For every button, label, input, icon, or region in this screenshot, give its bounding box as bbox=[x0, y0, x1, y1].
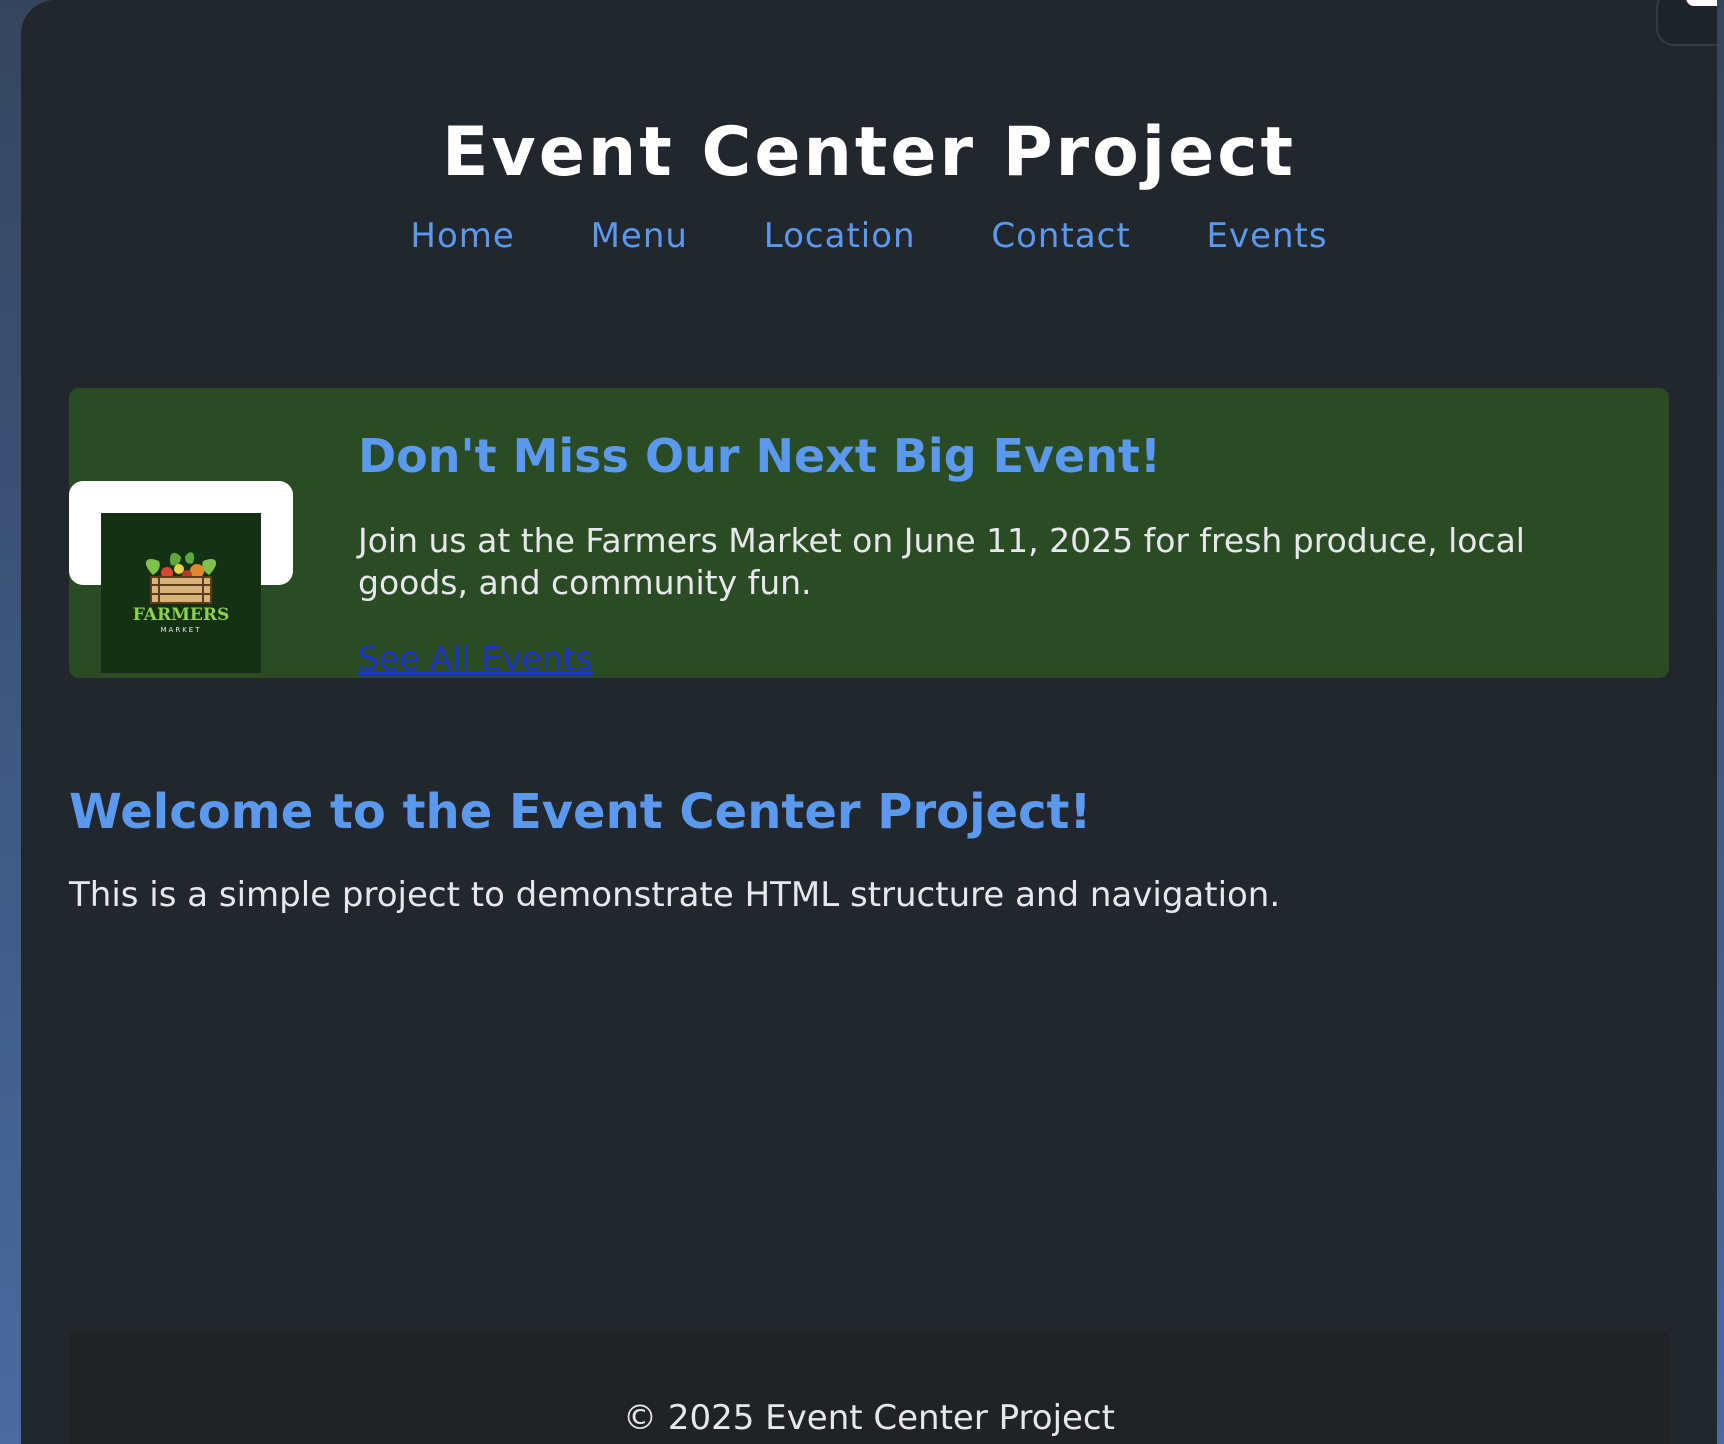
svg-text:MARKET: MARKET bbox=[161, 626, 202, 634]
nav-link-menu[interactable]: Menu bbox=[591, 216, 688, 256]
site-footer: © 2025 Event Center Project bbox=[69, 1331, 1669, 1444]
footer-copyright: © 2025 Event Center Project bbox=[623, 1398, 1115, 1438]
see-all-events-link[interactable]: See All Events bbox=[358, 638, 593, 678]
welcome-heading: Welcome to the Event Center Project! bbox=[69, 784, 1092, 840]
farmers-market-logo-graphic: FARMERS MARKET bbox=[133, 552, 230, 634]
site-title: Event Center Project bbox=[441, 113, 1297, 192]
welcome-text: This is a simple project to demonstrate … bbox=[69, 875, 1281, 915]
nav-link-home[interactable]: Home bbox=[410, 216, 514, 256]
browser-window: Event Center Project Home Menu Location … bbox=[21, 0, 1717, 1444]
event-promo-banner: FARMERS MARKET Don't Miss Our Next Big E… bbox=[69, 388, 1669, 678]
extension-icon[interactable] bbox=[1686, 0, 1717, 6]
extension-widget[interactable] bbox=[1656, 0, 1717, 46]
nav-link-events[interactable]: Events bbox=[1206, 216, 1327, 256]
svg-text:FARMERS: FARMERS bbox=[133, 605, 230, 625]
main-nav: Home Menu Location Contact Events bbox=[21, 216, 1717, 256]
nav-link-contact[interactable]: Contact bbox=[991, 216, 1130, 256]
farmers-market-logo: FARMERS MARKET bbox=[101, 513, 261, 673]
promo-heading: Don't Miss Our Next Big Event! bbox=[358, 429, 1161, 483]
promo-description: Join us at the Farmers Market on June 11… bbox=[358, 521, 1525, 602]
nav-link-location[interactable]: Location bbox=[764, 216, 916, 256]
